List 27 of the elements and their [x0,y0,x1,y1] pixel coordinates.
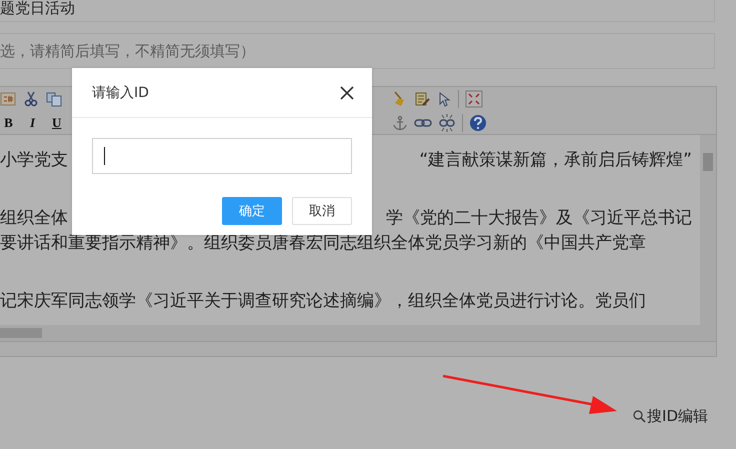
scissors-icon[interactable] [23,90,39,106]
close-icon[interactable] [340,86,354,100]
code-icon[interactable] [0,90,16,106]
title-value: 题党日活动 [0,0,75,17]
format-button[interactable]: B [0,114,17,132]
search-icon [633,410,646,423]
edit-page-icon[interactable] [414,90,430,106]
editor-text: “建言献策谋新篇，承前启后铸辉煌” [419,149,692,172]
editor-text: 组织全体 [0,207,68,230]
editor-text: 小学党支 [0,149,68,172]
cancel-button[interactable]: 取消 [292,197,352,225]
search-id-edit-link[interactable]: 搜ID编辑 [633,407,708,426]
unlink-icon[interactable] [438,114,456,132]
dialog-title: 请输入ID [92,84,149,102]
id-input-field[interactable] [92,138,352,174]
summary-placeholder: 选，请精简后填写，不精简无须填写） [0,42,255,60]
editor-text: 学《党的二十大报告》及《习近平总书记 [386,207,692,230]
help-icon[interactable] [469,114,487,132]
format-button[interactable]: U [48,114,65,132]
collapse-icon[interactable] [465,90,483,108]
horizontal-scrollbar[interactable] [0,325,716,341]
copy-icon[interactable] [46,90,62,106]
title-field[interactable]: 题党日活动 [0,0,715,22]
anchor-icon[interactable] [392,114,408,130]
vertical-scrollbar[interactable] [700,135,716,325]
format-button[interactable]: I [24,114,41,132]
editor-text: 记宋庆军同志领学《习近平关于调查研究论述摘编》，组织全体党员进行讨论。党员们 [0,290,646,313]
